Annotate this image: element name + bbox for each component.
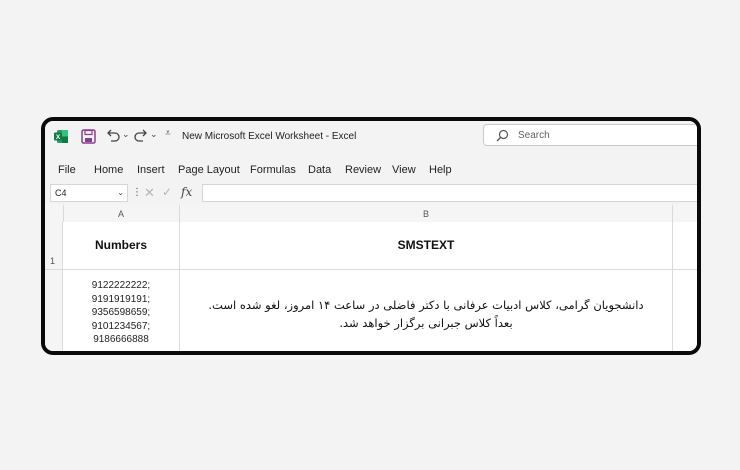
chevron-down-icon[interactable]: ⌄	[117, 188, 124, 197]
column-headers: A B	[45, 205, 697, 223]
formula-input[interactable]	[202, 184, 697, 202]
save-icon[interactable]	[81, 129, 96, 144]
column-header-b[interactable]: B	[180, 205, 673, 222]
tab-view[interactable]: View	[392, 164, 416, 176]
excel-window: X ⌄ ⌄ ⩡ New Microsoft Excel Worksheet - …	[41, 117, 701, 355]
window-title: New Microsoft Excel Worksheet - Excel	[182, 131, 357, 142]
cell-a1[interactable]: Numbers	[63, 222, 180, 270]
formula-bar: C4 ⌄ ⋮ ✕ ✓ fx	[45, 183, 697, 205]
cell-c1[interactable]	[673, 222, 697, 270]
redo-icon[interactable]	[133, 127, 149, 143]
header-smstext: SMSTEXT	[397, 238, 455, 252]
ribbon-tabs: File Home Insert Page Layout Formulas Da…	[45, 153, 697, 183]
cell-reference: C4	[55, 188, 67, 198]
more-options-icon[interactable]: ⋮	[132, 187, 142, 198]
search-placeholder: Search	[518, 130, 550, 141]
phone-number: 9191919191;	[91, 293, 151, 305]
cell-b2[interactable]: دانشجویان گرامی، کلاس ادبیات عرفانی با د…	[180, 270, 673, 351]
title-bar: X ⌄ ⌄ ⩡ New Microsoft Excel Worksheet - …	[45, 121, 697, 153]
tab-home[interactable]: Home	[94, 164, 123, 176]
cell-a2[interactable]: 9122222222; 9191919191; 9356598659; 9101…	[63, 270, 180, 351]
enter-icon[interactable]: ✓	[162, 185, 172, 199]
undo-icon[interactable]	[105, 127, 121, 143]
tab-page-layout[interactable]: Page Layout	[178, 164, 240, 176]
row-header-1[interactable]: 1	[45, 222, 63, 270]
phone-number: 9356598659;	[91, 307, 151, 319]
phone-numbers-list: 9122222222; 9191919191; 9356598659; 9101…	[63, 279, 179, 347]
phone-number: 9101234567;	[91, 320, 151, 332]
column-header-c[interactable]	[673, 205, 697, 222]
undo-dropdown-icon[interactable]: ⌄	[122, 129, 130, 140]
row-header-2[interactable]	[45, 270, 63, 351]
tab-formulas[interactable]: Formulas	[250, 164, 296, 176]
cell-c2[interactable]	[673, 270, 697, 351]
customize-toolbar-icon[interactable]: ⩡	[165, 128, 171, 139]
tab-help[interactable]: Help	[429, 164, 452, 176]
tab-data[interactable]: Data	[308, 164, 331, 176]
cell-b1[interactable]: SMSTEXT	[180, 222, 673, 270]
phone-number: 9122222222;	[91, 280, 151, 291]
tab-file[interactable]: File	[58, 164, 76, 176]
tab-insert[interactable]: Insert	[137, 164, 165, 176]
insert-function-icon[interactable]: fx	[181, 185, 192, 199]
search-icon	[496, 129, 509, 142]
excel-logo-icon: X	[54, 130, 68, 143]
tab-review[interactable]: Review	[345, 164, 381, 176]
row-number: 1	[50, 256, 56, 266]
phone-number: 9186666888	[93, 334, 149, 346]
select-all-corner[interactable]	[45, 205, 64, 222]
redo-dropdown-icon[interactable]: ⌄	[150, 129, 158, 140]
name-box[interactable]: C4 ⌄	[50, 184, 128, 202]
column-header-a[interactable]: A	[63, 205, 180, 222]
cancel-icon[interactable]: ✕	[144, 185, 155, 201]
sms-message: دانشجویان گرامی، کلاس ادبیات عرفانی با د…	[208, 298, 644, 330]
svg-text:X: X	[56, 134, 61, 141]
search-input[interactable]: Search	[483, 124, 697, 146]
header-numbers: Numbers	[94, 238, 147, 252]
